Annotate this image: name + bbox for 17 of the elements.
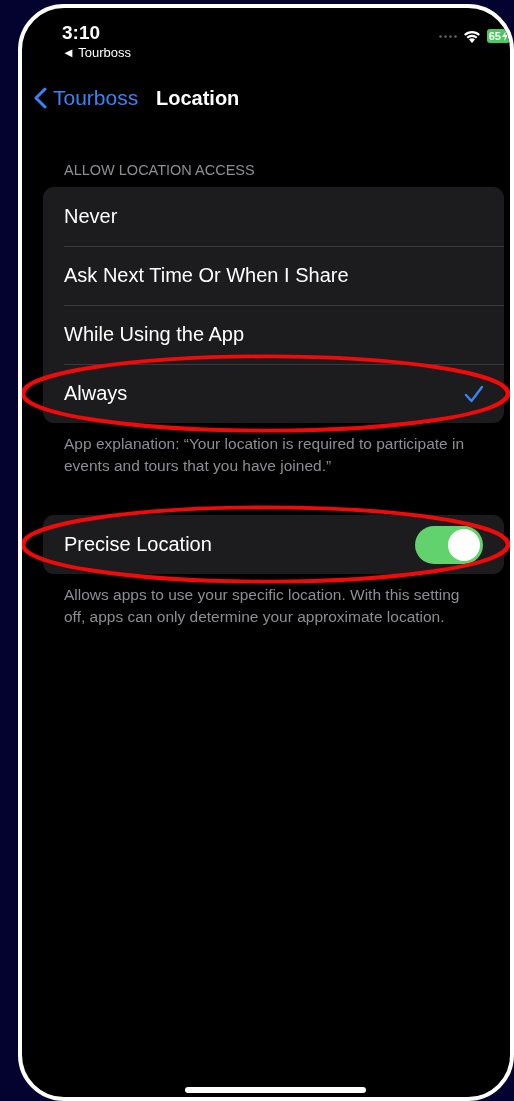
back-to-app-link[interactable]: ◄ Tourboss [62,45,131,61]
signal-dots-icon [438,34,457,38]
charging-bolt-icon [502,31,508,41]
section-header: ALLOW LOCATION ACCESS [63,162,256,180]
location-option[interactable]: While Using the App [43,305,504,364]
wifi-icon [462,29,481,43]
status-time: 3:10 [62,22,102,44]
toggle-label: Precise Location [64,533,212,556]
page-title: Location [156,86,241,110]
chevron-left-icon [34,87,47,109]
battery-indicator: 65 [486,29,510,43]
location-option[interactable]: Ask Next Time Or When I Share [43,246,504,305]
location-option[interactable]: Never [43,187,504,246]
section-footer-text: App explanation: “Your location is required to participate in events and tours that you have joined.” [63,434,466,476]
toggle-switch[interactable] [415,525,483,564]
section-footer-text: Allows apps to use your specific location. With this setting off, apps can only determine your approximate location. [63,585,461,627]
back-button[interactable]: Tourboss [34,86,139,110]
